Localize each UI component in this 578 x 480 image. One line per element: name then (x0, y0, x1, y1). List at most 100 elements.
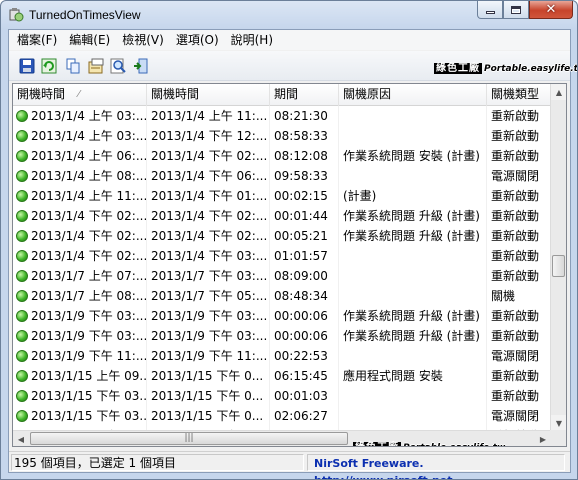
horizontal-scroll-thumb[interactable]: ||| (30, 432, 348, 445)
table-row[interactable]: 2013/1/4 下午 02:... 2013/1/4 下午 02:... 00:0… (13, 206, 551, 226)
table-row[interactable]: 2013/1/4 上午 06:... 2013/1/4 下午 02:... 08:1… (13, 146, 551, 166)
table-row[interactable]: 2013/1/15 上午 09... 2013/1/15 下午 0... 06:15… (13, 366, 551, 386)
cell-shutdown-type: 重新啟動 (487, 326, 551, 346)
table-row[interactable]: 2013/1/4 上午 03:... 2013/1/4 下午 12:... 08:5… (13, 126, 551, 146)
status-green-icon (16, 210, 28, 222)
cell-turn-off-time: 2013/1/9 下午 11:... (147, 346, 270, 366)
main-window: TurnedOnTimesView ✕ 檔案(F) 編輯(E) 檢視(V) 選項… (0, 0, 578, 480)
status-item-count: 195 個項目，已選定 1 個項目 (11, 454, 304, 471)
table-row[interactable]: 2013/1/15 下午 03... 2013/1/15 下午 0... 00:01… (13, 386, 551, 406)
cell-text: 00:05:21 (274, 229, 328, 243)
title-bar[interactable]: TurnedOnTimesView ✕ (1, 1, 577, 29)
table-row[interactable]: 2013/1/4 上午 08:... 2013/1/4 下午 06:... 09:5… (13, 166, 551, 186)
menu-file[interactable]: 檔案(F) (11, 30, 63, 50)
vertical-scrollbar[interactable]: ▲ ▼ (550, 84, 566, 431)
cell-turn-off-time: 2013/1/15 下午 0... (147, 406, 270, 426)
cell-duration: 00:02:15 (270, 186, 339, 206)
properties-icon (88, 58, 104, 74)
minimize-button[interactable] (477, 1, 503, 19)
table-row[interactable]: 2013/1/7 上午 07:... 2013/1/7 下午 03:... 08:0… (13, 266, 551, 286)
column-header-turn-on-time[interactable]: 開機時間 ⁄ (13, 84, 147, 106)
table-row[interactable]: 2013/1/7 上午 08:... 2013/1/7 下午 05:... 08:4… (13, 286, 551, 306)
cell-text: 2013/1/15 下午 0... (151, 409, 264, 423)
cell-text: 2013/1/15 下午 03... (31, 409, 147, 423)
cell-text: 2013/1/4 下午 12:... (151, 129, 268, 143)
cell-shutdown-reason: 作業系統問題 安裝 (計畫) (339, 146, 487, 166)
save-button[interactable] (18, 57, 36, 75)
cell-turn-off-time: 2013/1/4 下午 02:... (147, 206, 270, 226)
column-header-turn-off-time[interactable]: 關機時間 (147, 84, 270, 106)
cell-turn-on-time: 2013/1/9 下午 11:... (13, 346, 147, 366)
cell-text: 00:00:06 (274, 309, 328, 323)
cell-shutdown-type: 電源關閉 (487, 406, 551, 426)
cell-shutdown-reason (339, 246, 487, 266)
scroll-down-arrow-icon[interactable]: ▼ (551, 415, 566, 431)
cell-turn-off-time: 2013/1/4 下午 02:... (147, 146, 270, 166)
times-list[interactable]: 開機時間 ⁄ 關機時間 期間 關機原因 關機類型 2013/1/4 上午 03:.… (12, 83, 567, 447)
cell-text: 2013/1/9 下午 11:... (31, 349, 147, 363)
cell-text: 2013/1/4 上午 06:... (31, 149, 147, 163)
nirsoft-link[interactable]: NirSoft Freeware. http://www.nirsoft.net (307, 454, 565, 479)
table-row[interactable]: 2013/1/9 下午 11:... 2013/1/9 下午 11:... 00:2… (13, 346, 551, 366)
cell-text: 應用程式問題 安裝 (343, 369, 443, 383)
status-green-icon (16, 290, 28, 302)
cell-shutdown-reason: (計畫) (339, 186, 487, 206)
table-row[interactable]: 2013/1/9 下午 03:... 2013/1/9 下午 03:... 00:0… (13, 326, 551, 346)
cell-shutdown-reason: 作業系統問題 升級 (計畫) (339, 306, 487, 326)
menu-help[interactable]: 說明(H) (225, 30, 279, 50)
status-green-icon (16, 250, 28, 262)
cell-text: 2013/1/4 上午 11:... (151, 109, 268, 123)
find-button[interactable] (109, 57, 127, 75)
table-row[interactable]: 2013/1/4 上午 03:... 2013/1/4 上午 11:... 08:2… (13, 106, 551, 126)
cell-duration: 00:01:44 (270, 206, 339, 226)
menu-options[interactable]: 選項(O) (170, 30, 225, 50)
column-header-shutdown-reason[interactable]: 關機原因 (339, 84, 487, 106)
cell-text: 2013/1/4 下午 06:... (151, 169, 268, 183)
properties-button[interactable] (87, 57, 105, 75)
table-row[interactable]: 2013/1/4 下午 02:... 2013/1/4 下午 03:... 01:0… (13, 246, 551, 266)
cell-duration: 08:21:30 (270, 106, 339, 126)
cell-shutdown-type: 重新啟動 (487, 386, 551, 406)
scroll-left-arrow-icon[interactable]: ◀ (13, 431, 29, 446)
table-row[interactable]: 2013/1/4 上午 11:... 2013/1/4 下午 01:... 00:0… (13, 186, 551, 206)
vertical-scroll-thumb[interactable] (552, 255, 565, 277)
menu-view[interactable]: 檢視(V) (116, 30, 170, 50)
cell-text: 2013/1/15 下午 0... (151, 389, 264, 403)
sort-indicator-icon: ⁄ (78, 89, 80, 100)
cell-turn-on-time: 2013/1/4 下午 02:... (13, 246, 147, 266)
cell-text: 09:58:33 (274, 169, 328, 183)
cell-text: 重新啟動 (491, 249, 540, 263)
status-green-icon (16, 150, 28, 162)
table-row[interactable]: 2013/1/4 下午 02:... 2013/1/4 下午 02:... 00:0… (13, 226, 551, 246)
cell-text: 00:02:15 (274, 189, 328, 203)
cell-turn-off-time: 2013/1/4 下午 12:... (147, 126, 270, 146)
cell-text: 2013/1/15 下午 0... (151, 369, 264, 383)
exit-button[interactable] (132, 57, 150, 75)
cell-text: 08:21:30 (274, 109, 328, 123)
cell-shutdown-type: 重新啟動 (487, 266, 551, 286)
cell-text: 作業系統問題 升級 (計畫) (343, 209, 480, 223)
maximize-button[interactable] (503, 1, 529, 19)
close-button[interactable]: ✕ (529, 1, 573, 19)
column-header-shutdown-type[interactable]: 關機類型 (487, 84, 551, 106)
copy-button[interactable] (64, 57, 82, 75)
cell-text: 重新啟動 (491, 369, 540, 383)
cell-text: 重新啟動 (491, 129, 540, 143)
cell-text: 2013/1/9 下午 03:... (31, 329, 147, 343)
cell-text: 2013/1/7 下午 05:... (151, 289, 268, 303)
refresh-button[interactable] (40, 57, 58, 75)
cell-shutdown-type: 重新啟動 (487, 246, 551, 266)
table-row[interactable]: 2013/1/15 下午 03... 2013/1/15 下午 0... 02:06… (13, 406, 551, 426)
scroll-right-arrow-icon[interactable]: ▶ (535, 431, 551, 446)
cell-text: 2013/1/4 上午 03:... (31, 129, 147, 143)
cell-duration: 09:58:33 (270, 166, 339, 186)
cell-turn-on-time: 2013/1/7 上午 08:... (13, 286, 147, 306)
table-row[interactable]: 2013/1/9 下午 03:... 2013/1/9 下午 03:... 00:0… (13, 306, 551, 326)
list-rows: 2013/1/4 上午 03:... 2013/1/4 上午 11:... 08:2… (13, 106, 551, 433)
column-header-duration[interactable]: 期間 (270, 84, 339, 106)
cell-turn-on-time: 2013/1/4 上午 03:... (13, 126, 147, 146)
scroll-up-arrow-icon[interactable]: ▲ (551, 84, 566, 100)
cell-duration: 00:05:21 (270, 226, 339, 246)
cell-shutdown-type: 重新啟動 (487, 306, 551, 326)
menu-edit[interactable]: 編輯(E) (63, 30, 116, 50)
